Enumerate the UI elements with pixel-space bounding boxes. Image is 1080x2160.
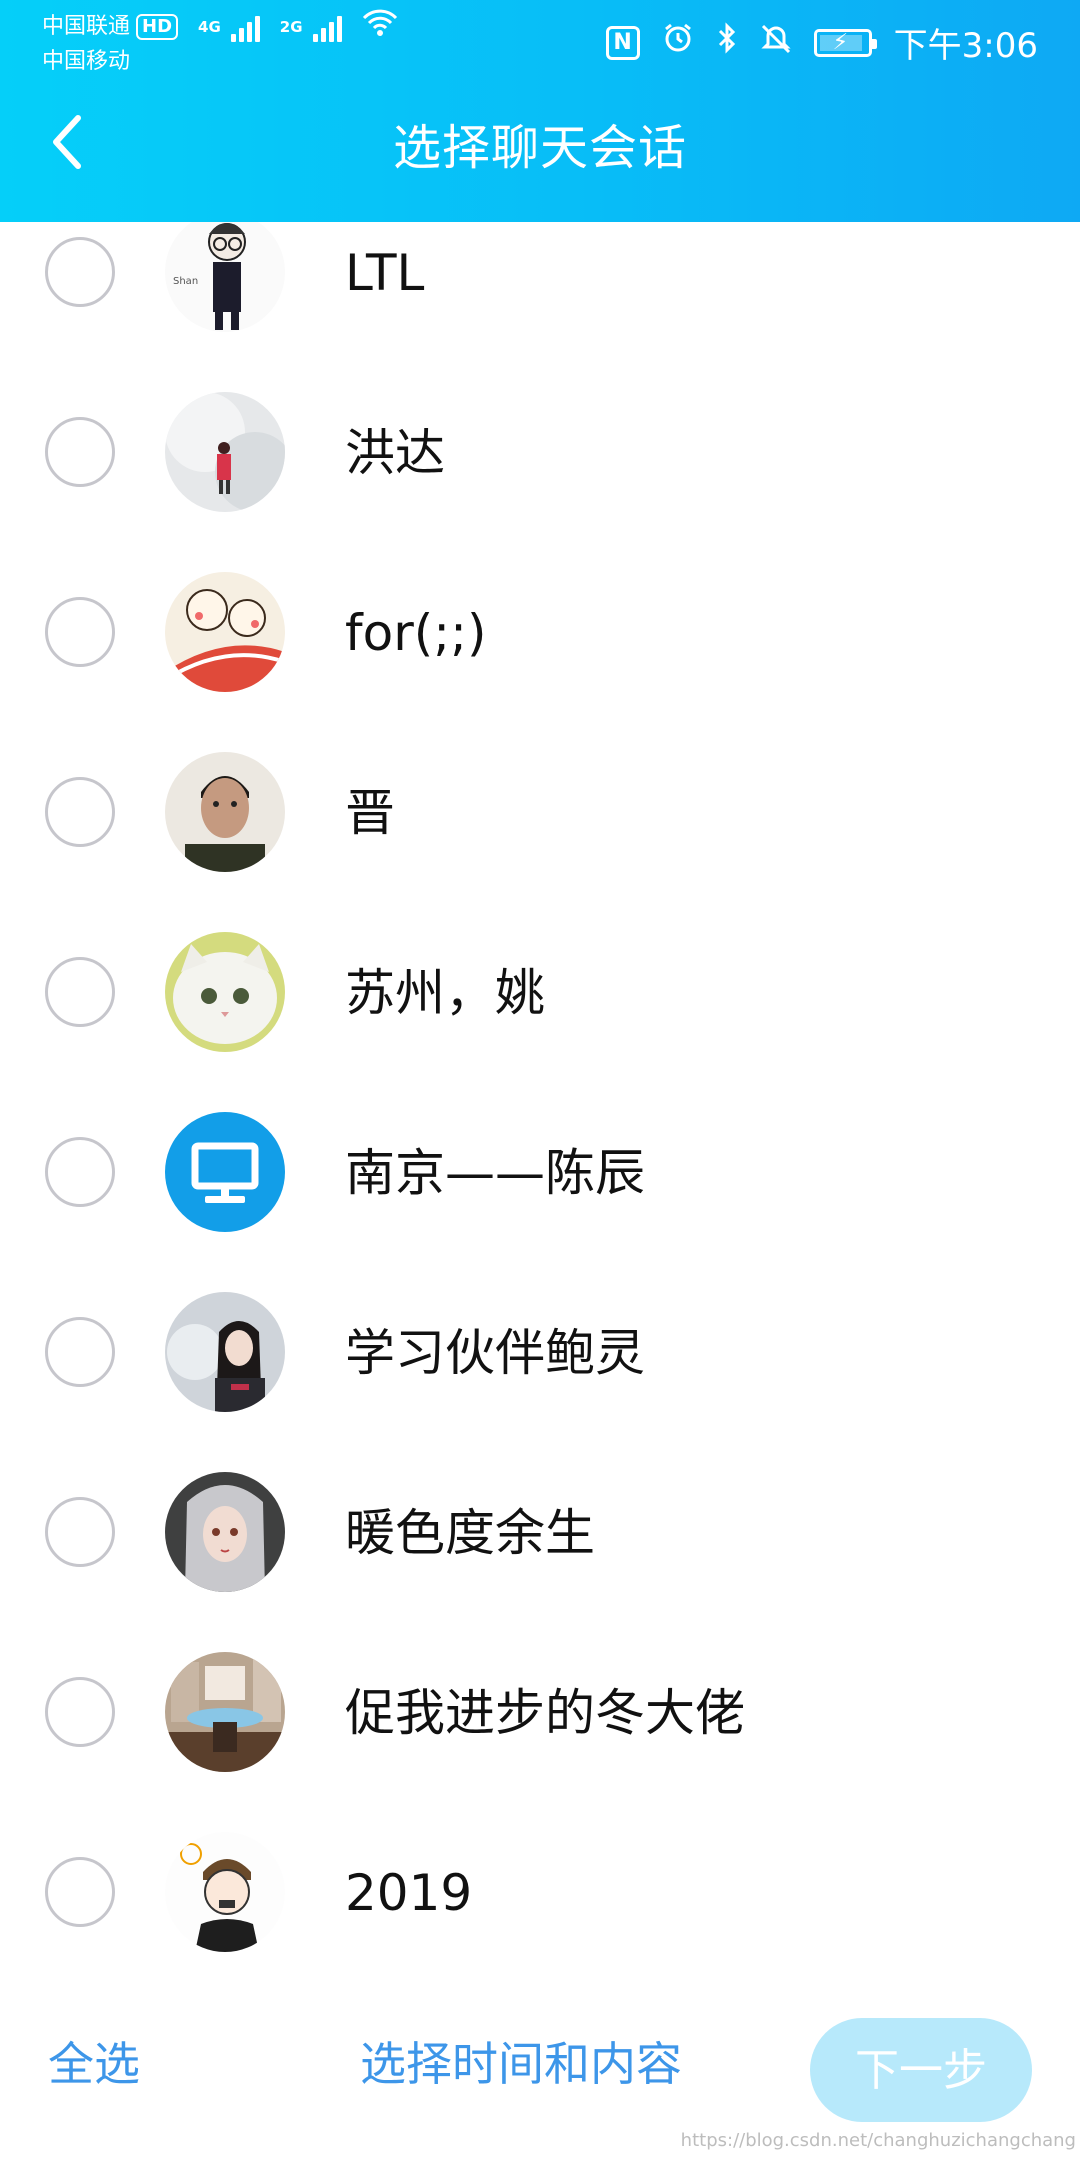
select-radio[interactable] (45, 1857, 115, 1927)
status-bar-right: N ⚡ 下午3:06 (605, 18, 1038, 67)
contact-name: 南京——陈辰 (345, 1144, 645, 1202)
list-item[interactable]: 2019 (0, 1804, 1080, 1970)
contact-name: LTL (345, 244, 425, 302)
avatar (165, 1472, 285, 1592)
next-step-button[interactable]: 下一步 (810, 2018, 1032, 2122)
select-radio[interactable] (45, 1497, 115, 1567)
select-radio[interactable] (45, 237, 115, 307)
svg-text:Shan: Shan (173, 276, 198, 287)
contact-name: 苏州，姚 (345, 964, 545, 1022)
list-item[interactable]: 南京——陈辰 (0, 1084, 1080, 1264)
select-radio[interactable] (45, 597, 115, 667)
select-radio[interactable] (45, 957, 115, 1027)
signal-icon-2 (312, 12, 342, 42)
watermark: https://blog.csdn.net/changhuzichangchan… (680, 2130, 1076, 2151)
avatar (165, 572, 285, 692)
network-type-1: 4G (198, 18, 221, 36)
select-time-content-button[interactable]: 选择时间和内容 (360, 2034, 682, 2094)
clock-time: 下午3:06 (893, 26, 1038, 66)
mute-icon (760, 22, 792, 63)
header: 中国联通 HD 4G 2G 中国移动 N ⚡ 下午3:06 选择聊天会话 (0, 0, 1080, 222)
contact-name: 2019 (345, 1864, 473, 1922)
page-title: 选择聊天会话 (392, 120, 687, 176)
list-item[interactable]: Shan LTL (0, 222, 1080, 364)
list-item[interactable]: for(;;) (0, 544, 1080, 724)
select-radio[interactable] (45, 417, 115, 487)
hd-badge: HD (136, 14, 179, 40)
list-item[interactable]: 学习伙伴鲍灵 (0, 1264, 1080, 1444)
contact-name: for(;;) (345, 604, 487, 662)
avatar (165, 932, 285, 1052)
list-item[interactable]: 促我进步的冬大佬 (0, 1624, 1080, 1804)
signal-icon (230, 12, 260, 42)
network-type-2: 2G (279, 18, 303, 36)
battery-icon: ⚡ (813, 28, 877, 57)
avatar: Shan (165, 222, 285, 332)
alarm-icon (662, 22, 694, 63)
list-item[interactable]: 晋 (0, 724, 1080, 904)
contact-name: 暖色度余生 (345, 1504, 595, 1562)
monitor-icon (165, 1112, 285, 1232)
contact-name: 晋 (345, 784, 395, 842)
nfc-icon: N (605, 25, 640, 60)
select-radio[interactable] (45, 777, 115, 847)
list-item[interactable]: 暖色度余生 (0, 1444, 1080, 1624)
bottom-action-bar: 全选 选择时间和内容 下一步 https://blog.csdn.net/cha… (0, 1970, 1080, 2160)
status-bar-left: 中国联通 HD 4G 2G 中国移动 (42, 8, 398, 78)
avatar (165, 392, 285, 512)
select-all-button[interactable]: 全选 (48, 2034, 140, 2094)
carrier-name-1: 中国联通 (42, 14, 131, 39)
avatar (165, 1292, 285, 1412)
avatar (165, 1112, 285, 1232)
list-item[interactable]: 苏州，姚 (0, 904, 1080, 1084)
wifi-icon (362, 8, 398, 46)
contact-list[interactable]: Shan LTL 洪达 for(;;) 晋 苏州，姚 南京——陈辰 学习伙伴鲍灵… (0, 222, 1080, 1970)
avatar (165, 752, 285, 872)
select-radio[interactable] (45, 1317, 115, 1387)
contact-name: 促我进步的冬大佬 (345, 1684, 745, 1742)
select-radio[interactable] (45, 1137, 115, 1207)
contact-name: 学习伙伴鲍灵 (345, 1324, 645, 1382)
bluetooth-icon (716, 22, 738, 63)
avatar (165, 1652, 285, 1772)
select-radio[interactable] (45, 1677, 115, 1747)
contact-name: 洪达 (345, 424, 445, 482)
avatar (165, 1832, 285, 1952)
list-item[interactable]: 洪达 (0, 364, 1080, 544)
carrier-name-2: 中国移动 (42, 49, 131, 74)
